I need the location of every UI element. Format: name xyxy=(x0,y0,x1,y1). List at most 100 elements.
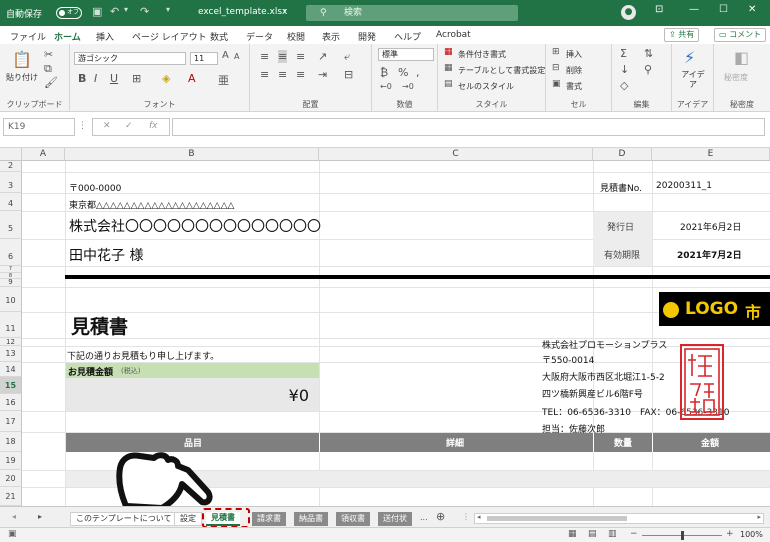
header-qty[interactable]: 数量 xyxy=(614,436,632,449)
normal-view-icon[interactable]: ▦ xyxy=(568,529,577,539)
sender-address-2[interactable]: 四ツ橋新興産ビル6階F号 xyxy=(542,387,643,400)
tab-page-layout[interactable]: ページ レイアウト xyxy=(132,30,207,43)
macro-record-icon[interactable]: ▣ xyxy=(8,529,17,539)
row-header[interactable]: 7 xyxy=(0,266,22,273)
align-left-icon[interactable]: ≡ xyxy=(260,68,269,81)
qat-customize-icon[interactable]: ▾ xyxy=(166,5,170,14)
increase-decimal-icon[interactable]: ←0 xyxy=(380,82,392,91)
header-price[interactable]: 金額 xyxy=(701,436,719,449)
page-break-view-icon[interactable]: ▥ xyxy=(608,529,617,539)
namebox-dropdown-icon[interactable]: ⋮ xyxy=(78,121,87,131)
row-header[interactable]: 21 xyxy=(0,487,22,506)
tab-formulas[interactable]: 数式 xyxy=(210,30,228,43)
undo-icon[interactable]: ↶ xyxy=(110,5,119,18)
zoom-out-icon[interactable]: − xyxy=(630,529,638,539)
amount-label-cell[interactable]: お見積金額 (税込) xyxy=(66,363,319,378)
font-color-icon[interactable]: A xyxy=(188,72,196,85)
row-header[interactable]: 10 xyxy=(0,287,22,312)
row-header[interactable]: 3 xyxy=(0,172,22,193)
row-header[interactable]: 6 xyxy=(0,239,22,266)
sender-address-1[interactable]: 大阪府大阪市西区北堀江1-5-2 xyxy=(542,370,665,383)
insert-cells-button[interactable]: 挿入 xyxy=(566,49,582,60)
align-bottom-icon[interactable]: ≡ xyxy=(296,50,305,63)
cell-issue-label[interactable]: 発行日 xyxy=(607,220,634,233)
cell-style-button[interactable]: セルのスタイル xyxy=(458,81,514,92)
tab-help[interactable]: ヘルプ xyxy=(394,30,421,43)
undo-dropdown-icon[interactable]: ▾ xyxy=(124,5,128,14)
sheet-tab-invoice[interactable]: 請求書 xyxy=(252,512,286,526)
zoom-level[interactable]: 100% xyxy=(740,530,763,539)
minimize-icon[interactable]: — xyxy=(689,4,699,15)
worksheet[interactable]: A B C D E 2 3 4 5 6 7 8 9 10 11 12 13 14… xyxy=(0,148,770,506)
cell-expiry-label[interactable]: 有効期限 xyxy=(604,248,640,261)
font-shrink-icon[interactable]: A xyxy=(234,52,239,61)
page-layout-view-icon[interactable]: ▤ xyxy=(588,529,597,539)
row-header[interactable]: 17 xyxy=(0,411,22,432)
fill-icon[interactable]: ↓ xyxy=(620,63,629,76)
horizontal-scrollbar[interactable]: ◂ ▸ xyxy=(474,513,764,524)
enter-icon[interactable]: ✓ xyxy=(125,121,133,131)
formula-input[interactable] xyxy=(172,118,765,136)
row-header[interactable]: 4 xyxy=(0,193,22,211)
column-header-a[interactable]: A xyxy=(22,148,65,161)
cell-expiry-date[interactable]: 2021年7月2日 xyxy=(677,248,742,261)
tab-developer[interactable]: 開発 xyxy=(358,30,376,43)
tab-view[interactable]: 表示 xyxy=(322,30,340,43)
comments-button[interactable]: ▭ コメント xyxy=(714,28,767,42)
align-right-icon[interactable]: ≡ xyxy=(296,68,305,81)
cell-intro[interactable]: 下記の通りお見積もり申し上げます。 xyxy=(67,349,219,362)
tab-acrobat[interactable]: Acrobat xyxy=(436,30,471,40)
sensitivity-button[interactable]: 秘密度 xyxy=(724,72,748,83)
tab-data[interactable]: データ xyxy=(246,30,273,43)
cancel-icon[interactable]: ✕ xyxy=(103,121,111,131)
font-grow-icon[interactable]: A xyxy=(222,50,229,61)
cut-icon[interactable]: ✂ xyxy=(44,48,53,61)
row-header[interactable]: 14 xyxy=(0,362,22,377)
row-header-selected[interactable]: 15 xyxy=(0,377,22,394)
cell-address[interactable]: 東京都△△△△△△△△△△△△△△△△△△△△ xyxy=(69,198,234,211)
align-middle-icon[interactable]: ≡ xyxy=(278,50,288,63)
row-header[interactable]: 5 xyxy=(0,211,22,239)
sheet-tab-about[interactable]: このテンプレートについて xyxy=(70,512,178,526)
more-sheets-button[interactable]: ... xyxy=(420,513,428,522)
comma-icon[interactable]: , xyxy=(416,66,420,79)
paste-button[interactable]: 貼り付け xyxy=(6,72,38,83)
share-button[interactable]: ⇪ 共有 xyxy=(664,28,700,42)
row-header[interactable]: 2 xyxy=(0,161,22,172)
row-header[interactable]: 9 xyxy=(0,279,22,287)
percent-icon[interactable]: % xyxy=(398,66,408,79)
cell-quote-no-label[interactable]: 見積書No. xyxy=(600,181,642,194)
conditional-format-button[interactable]: 条件付き書式 xyxy=(458,49,506,60)
scroll-left-icon[interactable]: ◂ xyxy=(477,513,481,521)
cell-issue-date[interactable]: 2021年6月2日 xyxy=(680,220,741,233)
close-icon[interactable]: ✕ xyxy=(748,4,756,15)
account-avatar[interactable]: ● xyxy=(621,5,636,20)
filename-dropdown-icon[interactable]: ▾ xyxy=(283,7,287,15)
name-box[interactable]: K19 xyxy=(3,118,75,136)
sheet-tab-receipt[interactable]: 領収書 xyxy=(336,512,370,526)
ideas-button[interactable]: アイデア xyxy=(678,70,708,90)
row-header[interactable]: 18 xyxy=(0,432,22,452)
phonetic-icon[interactable]: 亜 xyxy=(218,72,229,88)
insert-function-icon[interactable]: fx xyxy=(149,121,158,131)
find-select-icon[interactable]: ⚲ xyxy=(644,63,652,76)
sheet-tab-cover-letter[interactable]: 送付状 xyxy=(378,512,412,526)
sender-tel[interactable]: TEL：06-6536-3310 xyxy=(542,405,631,418)
italic-icon[interactable]: I xyxy=(94,72,97,85)
ribbon-display-icon[interactable]: ⊡ xyxy=(655,4,663,15)
format-cells-button[interactable]: 書式 xyxy=(566,81,582,92)
orientation-icon[interactable]: ↗ xyxy=(318,50,327,63)
ideas-icon[interactable]: ⚡ xyxy=(684,48,695,67)
cell-recipient[interactable]: 田中花子 様 xyxy=(69,245,143,265)
font-name-box[interactable]: 游ゴシック xyxy=(74,52,186,65)
zoom-in-icon[interactable]: + xyxy=(726,529,734,539)
sender-company[interactable]: 株式会社プロモーションプラス xyxy=(542,338,667,351)
wrap-text-icon[interactable]: ⤶ xyxy=(344,50,350,64)
row-header[interactable]: 13 xyxy=(0,346,22,362)
cell-company[interactable]: 株式会社〇〇〇〇〇〇〇〇〇〇〇〇〇〇 xyxy=(69,216,321,236)
scroll-next-icon[interactable]: ▸ xyxy=(38,512,42,521)
redo-icon[interactable]: ↷ xyxy=(140,5,149,18)
scrollbar-thumb[interactable] xyxy=(487,516,627,521)
align-top-icon[interactable]: ≡ xyxy=(260,50,269,63)
amount-value-cell[interactable]: ¥0 xyxy=(66,378,319,411)
